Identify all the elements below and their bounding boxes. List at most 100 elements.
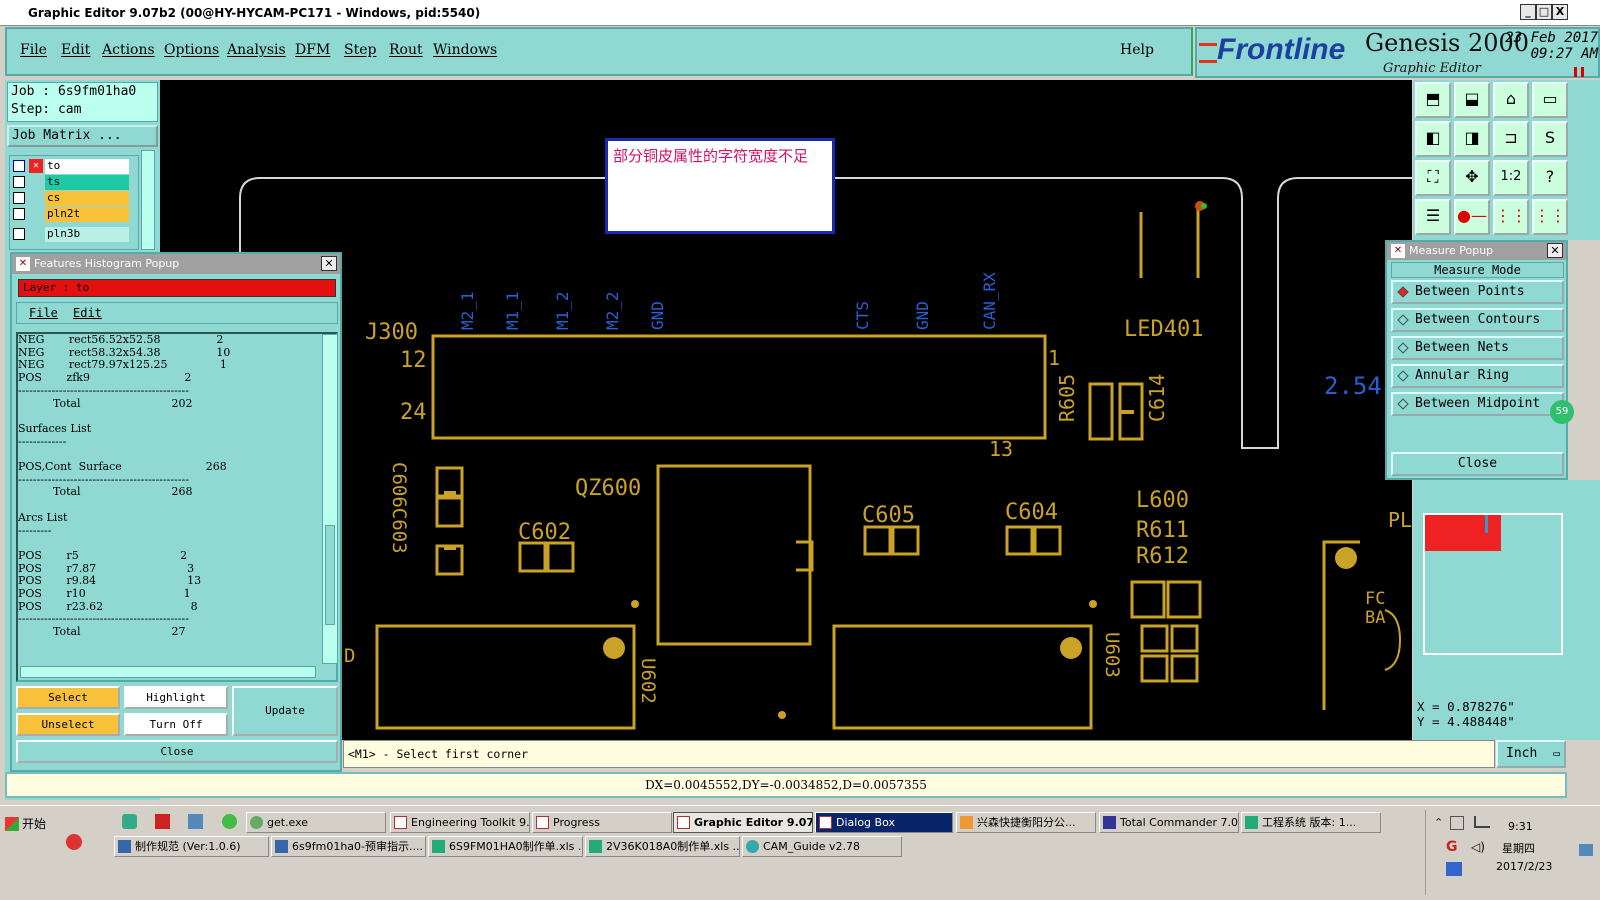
window-icon[interactable]: ▭ (1532, 82, 1568, 118)
layer-row[interactable]: pln2t (13, 207, 131, 222)
quicklaunch-icon[interactable] (66, 834, 82, 850)
show-desktop-icon[interactable] (1579, 844, 1593, 856)
menu-analysis[interactable]: Analysis (227, 42, 286, 58)
menu-rout[interactable]: Rout (389, 42, 423, 58)
taskbar-item[interactable]: Total Commander 7.0... (1099, 812, 1239, 833)
layer-list-scrollbar[interactable] (141, 150, 155, 250)
taskbar-item[interactable]: CAM_Guide v2.78 (742, 836, 902, 857)
units-selector[interactable]: Inch ▭ (1496, 740, 1566, 768)
tray-app-icon[interactable]: G (1446, 840, 1460, 854)
pan-right-icon[interactable]: ◨ (1454, 121, 1490, 157)
features-vertical-scrollbar[interactable] (322, 334, 338, 664)
taskbar-item[interactable]: 兴森快捷衡阳分公... (956, 812, 1096, 833)
d-label: D (344, 645, 356, 667)
graphic-canvas[interactable]: J300 12 24 1 13 LED401 R605 C614 QZ600 C… (160, 80, 1412, 740)
features-horizontal-scrollbar[interactable] (20, 666, 316, 678)
taskbar-item[interactable]: Progress (532, 812, 672, 833)
mode-between-points[interactable]: Between Points (1391, 280, 1564, 304)
browser-icon[interactable] (222, 814, 237, 829)
fit-icon[interactable]: ⊐ (1493, 121, 1529, 157)
taskbar-item[interactable]: 工程系统 版本: 1... (1241, 812, 1381, 833)
pan-left-icon[interactable]: ◧ (1415, 121, 1451, 157)
net-icon[interactable]: ⋮⋮ (1493, 199, 1529, 235)
layer-checkbox[interactable] (13, 208, 25, 220)
menu-windows[interactable]: Windows (433, 42, 497, 58)
layer-checkbox[interactable] (13, 228, 25, 240)
layer-row[interactable]: ts (13, 175, 131, 190)
taskbar-item-label: 2V36K018A0制作单.xls ... (606, 840, 740, 853)
move-icon[interactable]: ✥ (1454, 160, 1490, 196)
pause-icon[interactable] (1574, 67, 1584, 77)
scroll-thumb[interactable] (325, 525, 335, 625)
mode-between-contours[interactable]: Between Contours (1391, 308, 1564, 332)
menu-actions[interactable]: Actions (102, 42, 155, 58)
mode-between-midpoint[interactable]: Between Midpoint (1391, 392, 1564, 416)
unselect-button[interactable]: Unselect (16, 713, 120, 736)
menu-step[interactable]: Step (344, 42, 376, 58)
layer-checkbox[interactable] (13, 160, 25, 172)
layer-affected-icon[interactable]: ✕ (29, 159, 43, 173)
taskbar-item[interactable]: Dialog Box (815, 812, 953, 833)
taskbar-item-active[interactable]: Graphic Editor 9.07... (673, 812, 813, 833)
taskbar-item[interactable]: Engineering Toolkit 9.... (390, 812, 530, 833)
volume-icon[interactable]: ◁) (1471, 840, 1485, 854)
start-button[interactable]: 开始 (2, 811, 60, 837)
layer-row[interactable]: pln3b (13, 227, 131, 242)
tray-expand-icon[interactable]: ⌃ (1434, 816, 1443, 829)
layer-name: pln3b (45, 227, 129, 242)
close-icon[interactable]: ✕ (321, 256, 337, 271)
close-icon[interactable]: ✕ (1547, 243, 1563, 258)
help-icon[interactable]: ? (1532, 160, 1568, 196)
turn-off-button[interactable]: Turn Off (124, 713, 228, 736)
menu-options[interactable]: Options (164, 42, 219, 58)
menu-help[interactable]: Help (1120, 42, 1154, 58)
mode-between-nets[interactable]: Between Nets (1391, 336, 1564, 360)
product-subtitle: Graphic Editor (1383, 61, 1481, 76)
tray-icon[interactable] (1450, 816, 1464, 830)
zoom-fit-icon[interactable]: ⛶ (1415, 160, 1451, 196)
layer-row[interactable]: ✕ to (13, 159, 131, 174)
taskbar-item[interactable]: 6s9fm01ha0-预审指示.... (271, 836, 426, 857)
select-button[interactable]: Select (16, 686, 120, 709)
taskbar-item[interactable]: get.exe (246, 812, 386, 833)
scale-icon[interactable]: 1:2 (1493, 160, 1529, 196)
redraw-icon[interactable]: S (1532, 121, 1568, 157)
pin1-label: 1 (1048, 346, 1061, 370)
feature-list-line: ----------------------------------------… (18, 383, 189, 397)
taskbar-item[interactable]: 6S9FM01HA0制作单.xls ... (428, 836, 583, 857)
menu-file[interactable]: File (20, 42, 47, 58)
update-button[interactable]: Update (232, 686, 338, 736)
minimize-button[interactable]: _ (1520, 4, 1536, 20)
network-icon[interactable] (1474, 816, 1490, 828)
menu-edit[interactable]: Edit (61, 42, 90, 58)
quicklaunch-icon[interactable] (122, 814, 137, 829)
connect-icon[interactable]: ⋮⋮ (1532, 199, 1568, 235)
layer-checkbox[interactable] (13, 176, 25, 188)
zoom-out-icon[interactable]: ⬓ (1454, 82, 1490, 118)
close-button[interactable]: Close (16, 740, 338, 763)
mode-annular-ring[interactable]: Annular Ring (1391, 364, 1564, 388)
measure-close-button[interactable]: Close (1391, 452, 1564, 476)
minimap-viewport[interactable] (1425, 515, 1501, 551)
home-icon[interactable]: ⌂ (1493, 82, 1529, 118)
job-matrix-button[interactable]: Job Matrix ... (7, 125, 158, 147)
zoom-home-icon[interactable]: ⬒ (1415, 82, 1451, 118)
taskbar-item[interactable]: 2V36K018A0制作单.xls ... (585, 836, 740, 857)
taskbar-item[interactable]: 制作规范 (Ver:1.0.6) (114, 836, 269, 857)
close-window-button[interactable]: X (1552, 4, 1568, 20)
minimap[interactable] (1423, 513, 1563, 655)
calculator-icon[interactable] (188, 814, 203, 829)
maximize-button[interactable]: □ (1536, 4, 1552, 20)
menu-dfm[interactable]: DFM (295, 42, 330, 58)
highlight-button[interactable]: Highlight (124, 686, 228, 709)
pdf-icon[interactable] (155, 814, 170, 829)
tray-app-icon[interactable] (1446, 862, 1462, 876)
app-icon (960, 816, 973, 829)
hand-icon[interactable]: ☰ (1415, 199, 1451, 235)
layer-row[interactable]: cs (13, 191, 131, 206)
features-list[interactable]: NEG rect56.52x52.58 2 NEG rect58.32x54.38… (18, 333, 328, 662)
layer-checkbox[interactable] (13, 192, 25, 204)
popup-menu-file[interactable]: File (29, 306, 58, 320)
popup-menu-edit[interactable]: Edit (73, 306, 102, 320)
measure-icon[interactable]: ●— (1454, 199, 1490, 235)
